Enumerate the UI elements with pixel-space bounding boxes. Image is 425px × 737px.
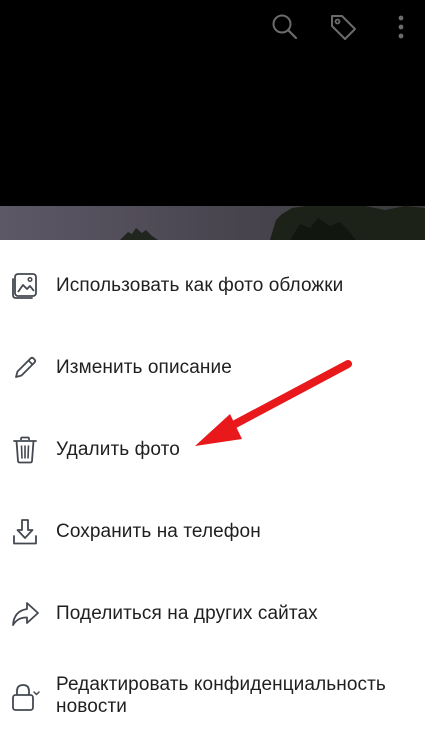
menu-item-use-as-cover[interactable]: Использовать как фото обложки [0, 270, 425, 302]
lock-icon [9, 682, 41, 714]
download-icon [9, 516, 41, 548]
menu-item-label: Изменить описание [56, 357, 232, 378]
screen: Использовать как фото обложки Изменить о… [0, 0, 425, 737]
search-icon[interactable] [268, 10, 302, 44]
photo-options-sheet: Использовать как фото обложки Изменить о… [0, 240, 425, 737]
menu-item-label: Поделиться на других сайтах [56, 603, 318, 624]
menu-item-edit-privacy[interactable]: Редактировать конфиденциальность новости [0, 672, 425, 722]
menu-item-share-other-sites[interactable]: Поделиться на других сайтах [0, 598, 425, 630]
menu-item-label: Удалить фото [56, 439, 180, 460]
menu-item-save-to-phone[interactable]: Сохранить на телефон [0, 516, 425, 548]
photo-toolbar [0, 0, 425, 56]
cover-photo-icon [9, 270, 41, 302]
menu-item-label: Редактировать конфиденциальность новости [56, 674, 386, 717]
tag-icon[interactable] [326, 10, 360, 44]
menu-item-label: Сохранить на телефон [56, 521, 261, 542]
trash-icon [9, 434, 41, 466]
photo-preview-strip [0, 206, 425, 240]
pencil-icon [9, 352, 41, 384]
share-icon [9, 598, 41, 630]
menu-item-delete-photo[interactable]: Удалить фото [0, 434, 425, 466]
menu-item-label: Использовать как фото обложки [56, 275, 344, 296]
more-vertical-icon[interactable] [384, 10, 418, 44]
menu-item-edit-description[interactable]: Изменить описание [0, 352, 425, 384]
